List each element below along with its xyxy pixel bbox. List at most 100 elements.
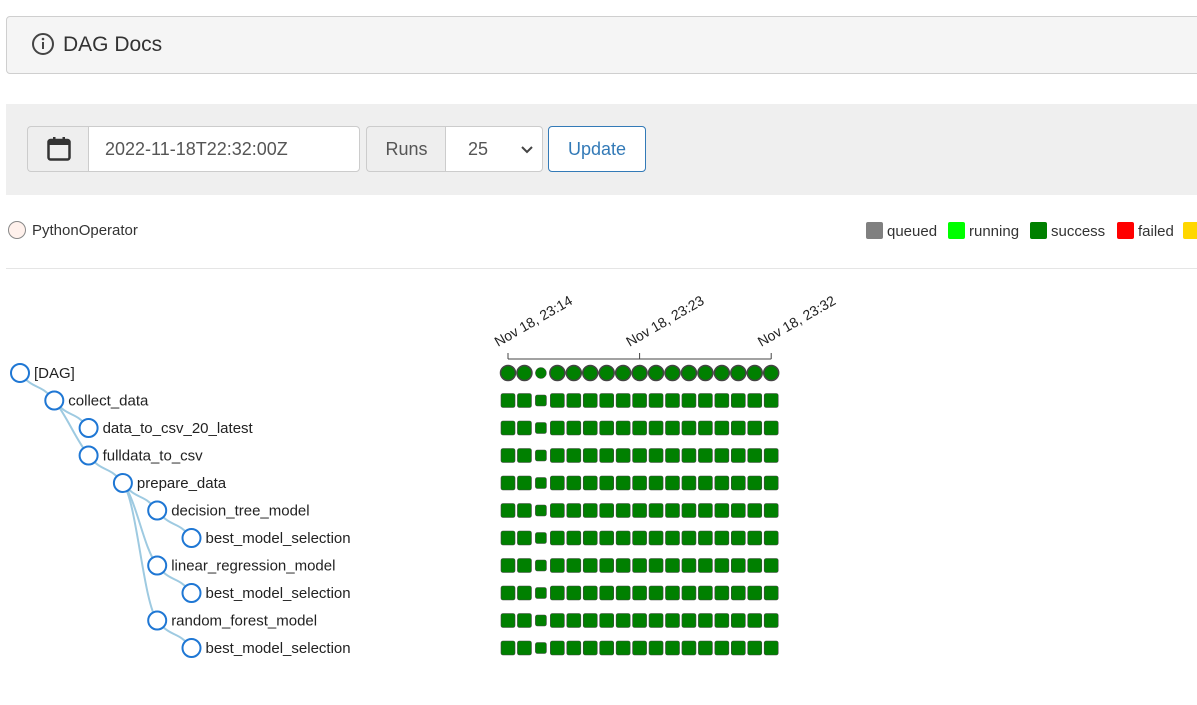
dag-docs-panel[interactable]: DAG Docs <box>6 16 1197 74</box>
dag-run-cell[interactable] <box>614 364 632 382</box>
task-instance-cell[interactable] <box>582 640 598 656</box>
tree-node[interactable]: decision_tree_model <box>147 500 310 521</box>
tree-node[interactable]: best_model_selection <box>181 528 351 548</box>
tree-node[interactable]: fulldata_to_csv <box>78 445 204 466</box>
task-instance-cell[interactable] <box>747 448 763 463</box>
task-instance-cell[interactable] <box>747 558 763 573</box>
task-instance-cell[interactable] <box>698 530 713 546</box>
tree-node[interactable]: collect_data <box>44 390 149 411</box>
task-instance-cell[interactable] <box>615 640 631 656</box>
task-instance-cell[interactable] <box>615 585 631 601</box>
task-instance-cell[interactable] <box>599 585 615 601</box>
task-instance-cell[interactable] <box>500 558 516 573</box>
task-instance-cell[interactable] <box>698 585 713 601</box>
task-instance-cell[interactable] <box>599 475 615 491</box>
task-instance-cell[interactable] <box>632 475 647 491</box>
task-instance-cell[interactable] <box>665 475 680 491</box>
task-instance-cell[interactable] <box>535 587 547 599</box>
task-instance-cell[interactable] <box>714 530 730 546</box>
task-instance-cell[interactable] <box>681 448 697 463</box>
task-instance-cell[interactable] <box>550 640 565 656</box>
task-instance-cell[interactable] <box>714 393 730 408</box>
task-instance-cell[interactable] <box>747 393 763 408</box>
task-instance-cell[interactable] <box>566 640 582 656</box>
task-instance-cell[interactable] <box>582 585 598 601</box>
task-instance-cell[interactable] <box>648 558 664 573</box>
calendar-button[interactable] <box>27 126 89 172</box>
task-instance-cell[interactable] <box>517 558 532 573</box>
task-instance-cell[interactable] <box>763 420 779 436</box>
task-instance-cell[interactable] <box>681 558 697 573</box>
task-instance-cell[interactable] <box>665 613 680 628</box>
task-instance-cell[interactable] <box>681 530 697 546</box>
task-instance-cell[interactable] <box>665 503 680 518</box>
task-instance-cell[interactable] <box>535 532 547 544</box>
task-instance-cell[interactable] <box>730 420 746 436</box>
task-instance-cell[interactable] <box>698 448 713 463</box>
task-instance-cell[interactable] <box>681 585 697 601</box>
task-instance-cell[interactable] <box>517 585 532 601</box>
task-instance-cell[interactable] <box>615 420 631 436</box>
task-instance-cell[interactable] <box>632 585 647 601</box>
dag-run-cell[interactable] <box>664 364 681 382</box>
tree-node[interactable]: linear_regression_model <box>147 555 335 576</box>
task-instance-cell[interactable] <box>763 585 779 601</box>
task-instance-cell[interactable] <box>500 475 516 491</box>
task-instance-cell[interactable] <box>615 448 631 463</box>
task-instance-cell[interactable] <box>681 393 697 408</box>
task-instance-cell[interactable] <box>582 475 598 491</box>
task-instance-cell[interactable] <box>648 503 664 518</box>
task-instance-cell[interactable] <box>632 558 647 573</box>
task-instance-cell[interactable] <box>550 503 565 518</box>
tree-node[interactable]: best_model_selection <box>181 638 351 658</box>
task-instance-cell[interactable] <box>599 558 615 573</box>
dag-run-cell[interactable] <box>535 367 547 379</box>
task-instance-cell[interactable] <box>763 613 779 628</box>
dag-run-cell[interactable] <box>516 364 533 382</box>
task-instance-cell[interactable] <box>698 640 713 656</box>
task-instance-cell[interactable] <box>714 585 730 601</box>
task-instance-cell[interactable] <box>730 503 746 518</box>
task-instance-cell[interactable] <box>763 558 779 573</box>
task-instance-cell[interactable] <box>535 504 547 517</box>
task-instance-cell[interactable] <box>698 558 713 573</box>
tree-node[interactable]: [DAG] <box>10 363 75 383</box>
dag-run-cell[interactable] <box>499 364 517 382</box>
task-instance-cell[interactable] <box>599 448 615 463</box>
task-instance-cell[interactable] <box>566 558 582 573</box>
task-instance-cell[interactable] <box>535 449 547 462</box>
task-instance-cell[interactable] <box>714 640 730 656</box>
task-instance-cell[interactable] <box>714 503 730 518</box>
task-instance-cell[interactable] <box>648 393 664 408</box>
task-instance-cell[interactable] <box>535 422 547 434</box>
task-instance-cell[interactable] <box>632 420 647 436</box>
task-instance-cell[interactable] <box>517 448 532 463</box>
dag-run-cell[interactable] <box>647 364 665 382</box>
task-instance-cell[interactable] <box>500 393 516 408</box>
task-instance-cell[interactable] <box>648 530 664 546</box>
task-instance-cell[interactable] <box>550 558 565 573</box>
task-instance-cell[interactable] <box>566 503 582 518</box>
task-instance-cell[interactable] <box>632 503 647 518</box>
task-instance-cell[interactable] <box>714 420 730 436</box>
dag-run-cell[interactable] <box>697 364 714 382</box>
task-instance-cell[interactable] <box>681 475 697 491</box>
task-instance-cell[interactable] <box>747 475 763 491</box>
task-instance-cell[interactable] <box>550 448 565 463</box>
task-instance-cell[interactable] <box>763 475 779 491</box>
task-instance-cell[interactable] <box>599 393 615 408</box>
task-instance-cell[interactable] <box>763 393 779 408</box>
task-instance-cell[interactable] <box>763 503 779 518</box>
task-instance-cell[interactable] <box>714 613 730 628</box>
task-instance-cell[interactable] <box>730 475 746 491</box>
task-instance-cell[interactable] <box>615 475 631 491</box>
task-instance-cell[interactable] <box>599 503 615 518</box>
task-instance-cell[interactable] <box>747 640 763 656</box>
task-instance-cell[interactable] <box>681 420 697 436</box>
task-instance-cell[interactable] <box>615 393 631 408</box>
runs-select[interactable]: 25 <box>445 126 543 172</box>
task-instance-cell[interactable] <box>550 475 565 491</box>
task-instance-cell[interactable] <box>665 558 680 573</box>
dag-run-cell[interactable] <box>762 364 780 382</box>
tree-node[interactable]: best_model_selection <box>181 583 351 603</box>
